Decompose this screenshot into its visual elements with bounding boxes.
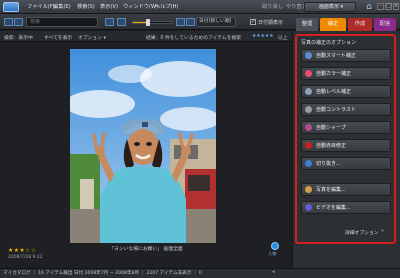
photo-caption: 「ヨシいな場にお願い」 画面全面: [109, 247, 183, 252]
app-logo-icon: [3, 2, 19, 12]
auto-levels-label: 自動レベル補正: [316, 89, 352, 95]
auto-color-label: 自動カラー補正: [316, 71, 352, 77]
double-chevron-icon[interactable]: »: [381, 228, 384, 234]
date-view-checkbox[interactable]: ✓: [250, 19, 256, 25]
menu-find[interactable]: 検索(S): [77, 3, 95, 12]
show-all-button[interactable]: すべてを表示: [44, 34, 72, 41]
maximize-button[interactable]: □: [385, 3, 392, 10]
status-text: マイカタログ ｜ 16 アイテム検出 日付 2008年7月 ~ 2008年8月 …: [3, 271, 202, 276]
search-status-label: 検索：表示中: [4, 36, 33, 41]
auto-sharpen-button[interactable]: [301, 121, 391, 134]
menu-edit[interactable]: 編集(E): [53, 3, 71, 12]
slider-thumb[interactable]: [146, 19, 150, 26]
thumbnail-small-icon[interactable]: [105, 18, 114, 26]
edit-video-icon: [305, 204, 312, 211]
red-eye-icon: [305, 142, 312, 149]
edit-photo-button[interactable]: [301, 183, 391, 196]
search-input[interactable]: [26, 17, 98, 27]
undo-button[interactable]: 取り消し: [262, 3, 283, 10]
auto-smart-fix-label: 自動スマート補正: [316, 53, 356, 59]
sort-select[interactable]: 日付(新しい順): [196, 17, 236, 27]
thumbnail-grid-icon[interactable]: [117, 18, 126, 26]
filter-more-label: 以上: [278, 36, 288, 41]
auto-smart-fix-icon: [305, 52, 312, 59]
thumbnail-large-icon[interactable]: [176, 18, 185, 26]
auto-contrast-label: 自動コントラスト: [316, 107, 356, 113]
menu-help[interactable]: ヘルプ(H): [155, 3, 179, 12]
display-mode-button[interactable]: 画面表示 ▾: [304, 2, 356, 12]
rating-stars[interactable]: ★★★☆☆: [8, 247, 36, 254]
person-tag-icon[interactable]: [271, 242, 279, 250]
auto-levels-icon: [305, 88, 312, 95]
menu-window[interactable]: ウィンドウ(W): [123, 3, 158, 12]
result-text: 結果：0 件をしているためのアイテムを検索: [146, 36, 242, 41]
crop-button[interactable]: [301, 157, 391, 170]
red-eye-label: 自動赤目修正: [316, 143, 347, 149]
crop-icon: [305, 160, 312, 167]
tab-share[interactable]: 配信: [374, 18, 396, 31]
crop-label: 切り抜き...: [316, 161, 341, 167]
photo-image: [70, 49, 216, 243]
detail-options-link[interactable]: 詳細オプション: [345, 229, 379, 236]
person-tag-label: 人物: [268, 251, 277, 256]
auto-sharpen-label: 自動シャープ: [316, 125, 346, 131]
single-view-icon[interactable]: [186, 18, 195, 26]
options-dropdown[interactable]: オプション ▾: [78, 34, 106, 41]
status-nav-icon[interactable]: ◂: [272, 269, 275, 275]
filter-star-icon[interactable]: ★★★★★: [252, 34, 274, 39]
edit-photo-label: 写真を編集...: [316, 187, 346, 193]
auto-sharpen-icon: [305, 124, 312, 131]
tab-create[interactable]: 作成: [348, 18, 372, 31]
edit-photo-icon: [305, 186, 312, 193]
menu-view[interactable]: 表示(V): [100, 3, 118, 12]
photo-date: 2008/7/28 9:22: [8, 255, 43, 260]
auto-contrast-icon: [305, 106, 312, 113]
tab-organize[interactable]: 整理: [296, 18, 318, 31]
auto-color-icon: [305, 70, 312, 77]
close-button[interactable]: ×: [393, 3, 399, 10]
panel-title: 写真の補正のオプション: [301, 40, 357, 46]
forward-icon[interactable]: [14, 18, 23, 26]
back-icon[interactable]: [4, 18, 13, 26]
edit-video-label: ビデオを編集...: [316, 205, 351, 211]
date-view-label: 日付順表示: [258, 20, 284, 26]
photo-preview[interactable]: [70, 49, 216, 243]
tab-fix[interactable]: 補正: [320, 18, 346, 31]
menu-file[interactable]: ファイル(F): [27, 3, 55, 12]
minimize-button[interactable]: –: [377, 3, 384, 10]
home-icon[interactable]: ⌂: [364, 2, 374, 12]
